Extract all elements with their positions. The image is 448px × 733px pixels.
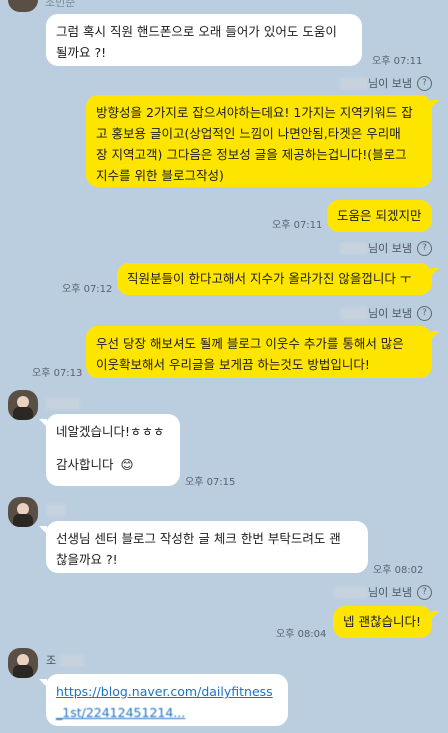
- sent-by-text: 님이 보냄: [368, 307, 412, 320]
- message-line: 네알겠습니다!ㅎㅎㅎ: [56, 424, 165, 439]
- sent-by-text: 님이 보냄: [368, 586, 412, 599]
- message-line: 이웃확보해서 우리글을 보게끔 하는것도 방법입니다!: [96, 357, 370, 372]
- help-icon[interactable]: ?: [417, 584, 432, 600]
- avatar[interactable]: [8, 648, 38, 678]
- help-icon[interactable]: ?: [417, 75, 432, 91]
- sent-by-label: 님이 보냄 ?: [340, 240, 432, 256]
- timestamp: 오후 07:15: [185, 477, 236, 488]
- sent-by-text: 님이 보냄: [368, 242, 412, 255]
- avatar[interactable]: [8, 390, 38, 420]
- message-bubble[interactable]: 선생님 센터 블로그 작성한 글 체크 한번 부탁드려도 괜 찮을까요 ?!: [46, 521, 368, 573]
- sender-name: 조민준: [45, 0, 76, 9]
- sender-name: [46, 395, 80, 414]
- timestamp: 오후 07:11: [272, 220, 323, 231]
- message-line: 고 홍보용 글이고(상업적인 느낌이 나면안됨,타겟은 우리매: [96, 126, 401, 141]
- message-line: 찮을까요 ?!: [56, 552, 118, 567]
- bubble-tail: [431, 331, 439, 339]
- message-bubble[interactable]: 직원분들이 한다고해서 지수가 올라가진 않을껍니다 ㅜ: [117, 263, 432, 295]
- message-bubble[interactable]: 방향성을 2가지로 잡으셔야하는데요! 1가지는 지역키워드 잡 고 홍보용 글…: [86, 95, 432, 187]
- message-bubble[interactable]: 네알겠습니다!ㅎㅎㅎ 감사합니다 😊: [46, 414, 180, 486]
- message-line: 방향성을 2가지로 잡으셔야하는데요! 1가지는 지역키워드 잡: [96, 105, 413, 120]
- bubble-tail: [431, 268, 439, 276]
- url-link[interactable]: _1st/22412451214...: [56, 702, 278, 723]
- message-bubble[interactable]: https://blog.naver.com/dailyfitness _1st…: [46, 674, 288, 726]
- timestamp: 오후 08:02: [373, 565, 424, 576]
- sent-by-label: 님이 보냄 ?: [334, 584, 432, 600]
- avatar[interactable]: [8, 497, 38, 527]
- help-icon[interactable]: ?: [417, 305, 432, 321]
- message-line: 그럼 혹시 직원 핸드폰으로 오래 들어가 있어도 도움이: [56, 24, 337, 39]
- redacted-name: [46, 504, 66, 516]
- redacted-name: [340, 241, 369, 255]
- sender-name: 조: [46, 652, 84, 668]
- message-bubble[interactable]: 넵 괜찮습니다!: [333, 606, 432, 638]
- message-line: 될까요 ?!: [56, 45, 107, 60]
- redacted-name: [340, 76, 369, 90]
- sent-by-text: 님이 보냄: [368, 77, 412, 90]
- timestamp: 오후 07:13: [32, 368, 83, 379]
- redacted-name: [59, 655, 84, 667]
- timestamp: 오후 07:11: [372, 56, 423, 67]
- message-text: 직원분들이 한다고해서 지수가 올라가진 않을껍니다 ㅜ: [127, 271, 412, 286]
- message-bubble[interactable]: 우선 당장 해보셔도 될께 블로그 이웃수 추가를 통해서 많은 이웃확보해서 …: [86, 326, 432, 378]
- bubble-tail: [431, 611, 439, 619]
- sent-by-label: 님이 보냄 ?: [340, 75, 432, 91]
- timestamp: 오후 07:12: [62, 284, 113, 295]
- bubble-tail: [39, 526, 47, 534]
- bubble-tail: [431, 100, 439, 108]
- message-text: 감사합니다: [56, 457, 114, 472]
- url-link[interactable]: https://blog.naver.com/dailyfitness: [56, 681, 278, 702]
- avatar[interactable]: [8, 0, 38, 12]
- message-bubble[interactable]: 그럼 혹시 직원 핸드폰으로 오래 들어가 있어도 도움이 될까요 ?!: [46, 14, 362, 66]
- message-line: 장 지역고객) 그다음은 정보성 글을 제공하는겁니다!(블로그: [96, 147, 407, 162]
- sent-by-label: 님이 보냄 ?: [340, 305, 432, 321]
- help-icon[interactable]: ?: [417, 240, 432, 256]
- sender-name: [46, 501, 66, 520]
- redacted-name: [340, 306, 369, 320]
- timestamp: 오후 08:04: [276, 629, 327, 640]
- smile-emoji-icon: 😊: [120, 457, 134, 472]
- message-line: 감사합니다 😊: [56, 454, 170, 475]
- message-bubble[interactable]: 도움은 되겠지만: [327, 200, 432, 232]
- message-text: 도움은 되겠지만: [337, 208, 422, 223]
- sender-initial: 조: [46, 654, 57, 667]
- message-text: 넵 괜찮습니다!: [343, 614, 421, 629]
- redacted-name: [46, 398, 80, 410]
- message-line: 선생님 센터 블로그 작성한 글 체크 한번 부탁드려도 괜: [56, 531, 341, 546]
- bubble-tail: [39, 679, 47, 687]
- message-line: 지수를 위한 블로그작성): [96, 168, 224, 183]
- bubble-tail: [39, 419, 47, 427]
- redacted-name: [334, 585, 369, 599]
- message-line: 우선 당장 해보셔도 될께 블로그 이웃수 추가를 통해서 많은: [96, 336, 404, 351]
